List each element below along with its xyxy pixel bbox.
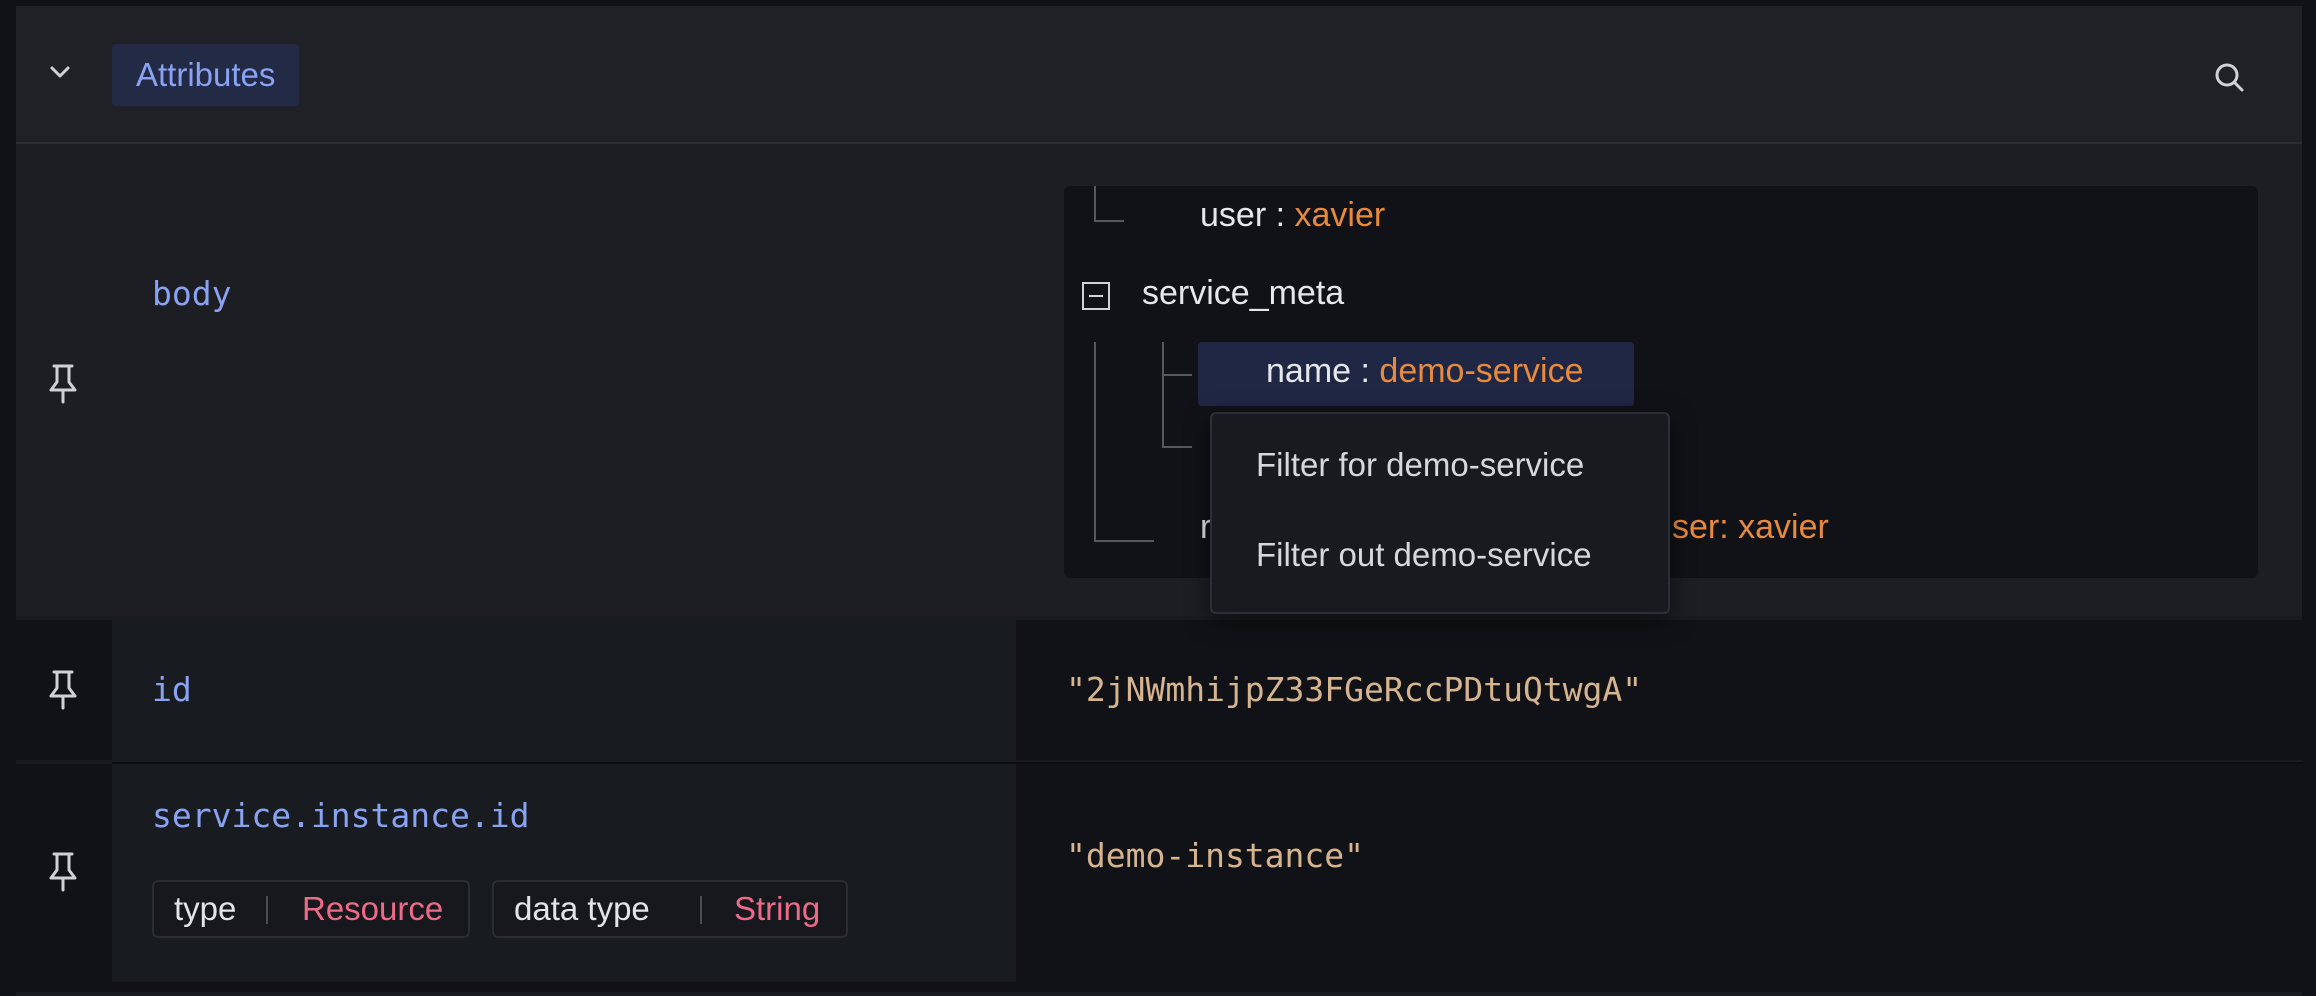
tree-node-key: name : — [1266, 352, 1370, 390]
attributes-title[interactable]: Attributes — [112, 44, 300, 106]
tree-node-value: xavier — [1294, 196, 1386, 234]
pin-icon[interactable] — [46, 362, 80, 404]
attributes-panel: Attributes body user : xavier service_me… — [16, 6, 2302, 996]
attribute-key[interactable]: body — [152, 274, 231, 313]
attribute-row-service-instance-id: service.instance.id type Resource data t… — [16, 764, 2302, 992]
data-type-chip: data type String — [492, 880, 848, 938]
attribute-row-body: body user : xavier service_meta name : d… — [16, 144, 2302, 616]
attribute-key-cell: body — [112, 144, 1016, 616]
tree-node-value: demo-service — [1379, 352, 1584, 390]
tree-line — [1162, 342, 1164, 448]
pin-icon[interactable] — [46, 668, 80, 710]
chip-separator — [700, 896, 702, 924]
tree-line — [1162, 374, 1192, 376]
tree-line — [1094, 186, 1096, 222]
attribute-key-cell: service.instance.id type Resource data t… — [112, 764, 1016, 982]
attributes-header: Attributes — [16, 6, 2302, 144]
attribute-value[interactable]: "2jNWmhijpZ33FGeRccPDtuQtwgA" — [1066, 670, 1642, 709]
pin-icon[interactable] — [46, 850, 80, 892]
tree-line — [1162, 446, 1192, 448]
chip-separator — [266, 896, 268, 924]
tree-line — [1094, 342, 1096, 542]
chip-value: String — [734, 890, 821, 927]
chip-label: type — [174, 890, 237, 927]
attribute-row-id: id "2jNWmhijpZ33FGeRccPDtuQtwgA" — [16, 620, 2302, 760]
attribute-key[interactable]: service.instance.id — [152, 796, 530, 835]
filter-for-menu-item[interactable]: Filter for demo-service — [1256, 446, 1584, 484]
chip-label: data type — [514, 890, 650, 927]
filter-out-menu-item[interactable]: Filter out demo-service — [1256, 536, 1592, 574]
tree-node-key: user : — [1200, 196, 1286, 234]
tree-node-value: ser: xavier — [1672, 508, 1829, 546]
search-icon[interactable] — [2212, 60, 2246, 94]
tree-node-user[interactable]: user : xavier — [1200, 196, 1385, 235]
tree-node-partial-value[interactable]: ser: xavier — [1672, 508, 1829, 547]
chip-value: Resource — [302, 890, 444, 927]
context-menu: Filter for demo-service Filter out demo-… — [1210, 412, 1670, 614]
type-chip: type Resource — [152, 880, 470, 938]
collapse-node-icon[interactable] — [1082, 282, 1110, 310]
attribute-value[interactable]: "demo-instance" — [1066, 836, 1364, 875]
chevron-down-icon[interactable] — [44, 56, 76, 88]
attribute-key-cell: id — [112, 620, 1016, 760]
tree-line — [1094, 540, 1154, 542]
tree-node-name[interactable]: name : demo-service — [1266, 352, 1583, 391]
attribute-key[interactable]: id — [152, 670, 192, 709]
tree-line — [1094, 220, 1124, 222]
tree-node-service-meta[interactable]: service_meta — [1142, 274, 1344, 313]
